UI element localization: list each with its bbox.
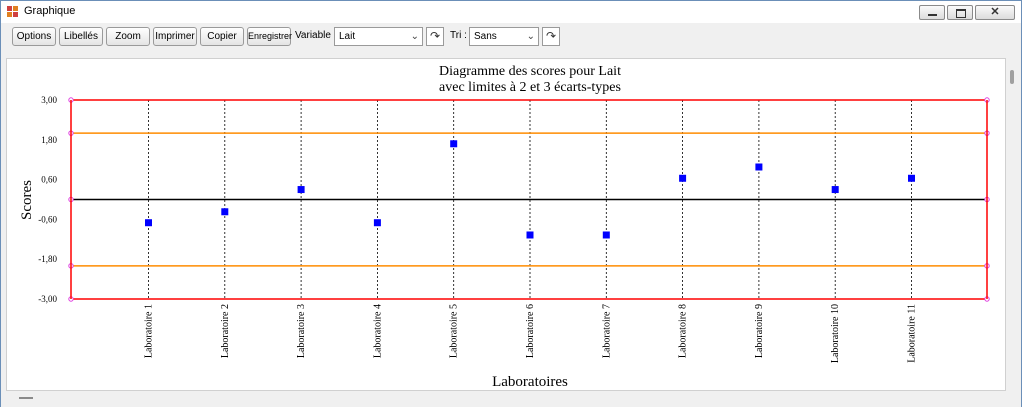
data-point [373,219,381,227]
chart-subtitle: avec limites à 2 et 3 écarts-types [439,80,621,95]
x-tick-label: Laboratoire 8 [678,304,689,358]
data-point [602,231,610,239]
data-point [526,231,534,239]
data-point [755,163,763,171]
zoom-button[interactable]: Zoom [106,27,150,46]
maximize-icon [956,9,966,18]
data-point [831,186,839,194]
libelles-button[interactable]: Libellés [59,27,103,46]
x-tick-label: Laboratoire 7 [601,304,612,358]
resize-grip-icon [19,397,33,399]
data-point [679,174,687,182]
minimize-icon [928,14,937,16]
chart-area: Diagramme des scores pour Lait avec limi… [6,58,1006,391]
x-tick-label: Laboratoire 4 [372,304,383,358]
y-axis-label: Scores [19,180,35,220]
variable-select-value: Lait [339,31,356,42]
data-point [221,208,229,216]
y-tick-label: -3,00 [38,294,57,304]
chevron-down-icon: ⌄ [410,31,419,42]
data-point [450,140,458,148]
options-button[interactable]: Options [12,27,56,46]
scrollbar-thumb[interactable] [1010,70,1014,84]
minimize-button[interactable] [919,5,945,20]
x-tick-label: Laboratoire 10 [830,304,841,363]
x-tick-label: Laboratoire 6 [525,304,536,358]
close-button[interactable]: ✕ [975,5,1015,20]
refresh-icon: ↷ [429,29,441,43]
data-point [297,186,305,194]
close-icon: ✕ [990,6,1000,18]
variable-select[interactable]: Lait ⌄ [334,27,423,46]
tri-select-value: Sans [474,31,497,42]
tri-select[interactable]: Sans ⌄ [469,27,539,46]
graphique-window: Graphique ✕ Options Libellés Zoom Imprim… [0,0,1022,407]
title-bar: Graphique ✕ [1,1,1021,23]
imprimer-button[interactable]: Imprimer [153,27,197,46]
x-tick-label: Laboratoire 3 [296,304,307,358]
score-chart: Diagramme des scores pour Lait avec limi… [19,64,990,390]
chart-title: Diagramme des scores pour Lait [439,64,621,79]
maximize-button[interactable] [947,5,973,20]
y-tick-label: 3,00 [41,95,57,105]
chevron-down-icon: ⌄ [526,31,535,42]
data-point [908,174,915,182]
x-tick-label: Laboratoire 11 [907,304,918,363]
y-tick-label: 0,60 [41,175,57,185]
y-tick-label: -0,60 [38,214,57,224]
x-axis-label: Laboratoires [492,374,568,390]
vertical-scrollbar[interactable] [1006,58,1019,391]
variable-label: Variable : [295,30,337,41]
x-tick-label: Laboratoire 1 [144,304,155,358]
toolbar: Options Libellés Zoom Imprimer Copier En… [1,23,1021,49]
chart-app-icon [7,6,19,18]
data-point [145,219,152,227]
x-tick-label: Laboratoire 5 [449,304,460,358]
variable-refresh-button[interactable]: ↷ [426,27,444,46]
y-tick-label: 1,80 [41,135,57,145]
enregistrer-button[interactable]: Enregistrer [247,27,292,46]
tri-label: Tri : [450,30,467,41]
window-title: Graphique [24,5,76,17]
y-tick-label: -1,80 [38,254,57,264]
refresh-icon: ↷ [545,29,557,43]
x-tick-label: Laboratoire 2 [220,304,231,358]
tri-refresh-button[interactable]: ↷ [542,27,560,46]
x-tick-label: Laboratoire 9 [754,304,765,358]
status-bar [1,391,1021,407]
copier-button[interactable]: Copier [200,27,244,46]
